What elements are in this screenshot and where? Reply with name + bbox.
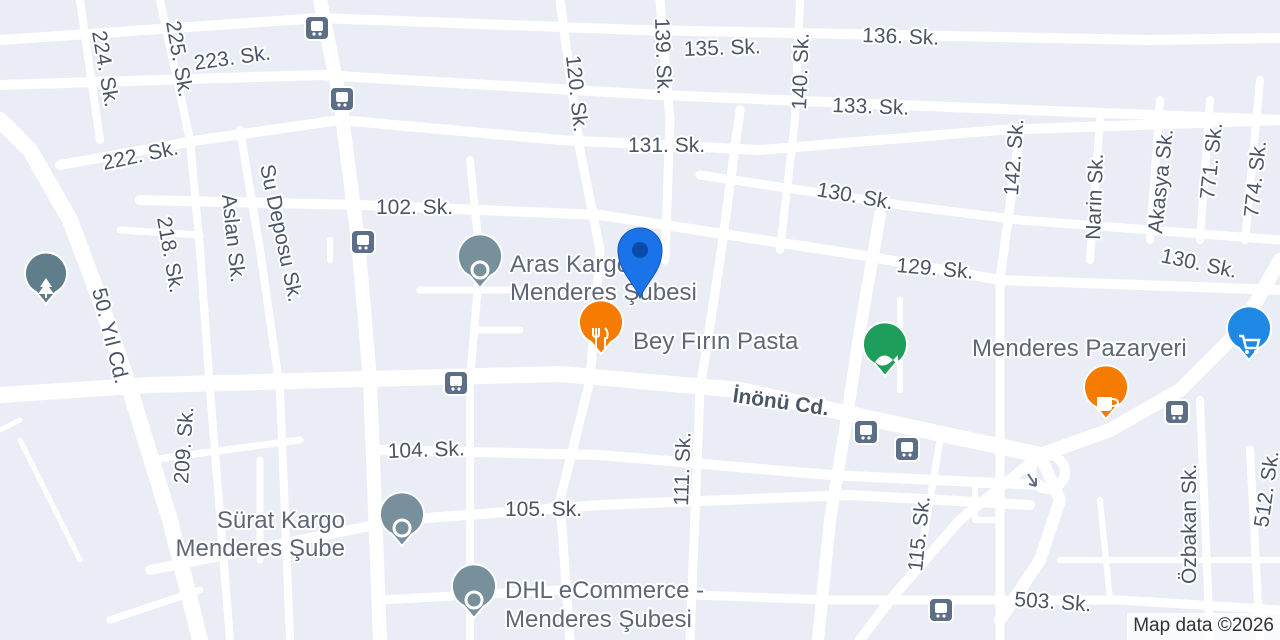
street-label-135: 135. Sk. [683,35,761,61]
bus-stop-icon[interactable] [894,436,920,462]
poi-label-dhl-line2: Menderes Şubesi [505,606,692,633]
map-attribution: Map data ©2026 [1127,613,1280,640]
street-label-105: 105. Sk. [505,498,582,521]
bus-stop-icon[interactable] [443,370,469,396]
poi-label-bey: Bey Fırın Pasta [633,328,799,355]
street-label-ozbakan: Özbakan Sk. [1178,464,1201,584]
street-label-104: 104. Sk. [387,437,465,463]
street-label-139: 139. Sk. [650,17,676,95]
street-label-102: 102. Sk. [376,196,453,219]
street-label-140: 140. Sk. [788,32,814,110]
poi-label-surat-line2: Menderes Şube [176,535,345,562]
poi-label-pazaryeri: Menderes Pazaryeri [972,335,1187,362]
street-label-131: 131. Sk. [628,134,705,157]
bus-stop-icon[interactable] [853,419,879,445]
bus-stop-icon[interactable] [304,15,330,41]
map-canvas[interactable]: 223. Sk. 224. Sk. 225. Sk. 222. Sk. 218.… [0,0,1280,640]
street-label-111: 111. Sk. [670,431,696,506]
map-svg: 223. Sk. 224. Sk. 225. Sk. 222. Sk. 218.… [0,0,1280,640]
bus-stop-icon[interactable] [350,229,376,255]
poi-label-surat-line1: Sürat Kargo [217,507,345,534]
poi-label-aras-line1: Aras Kargo [510,251,630,278]
bus-stop-icon[interactable] [1164,399,1190,425]
bus-stop-icon[interactable] [928,597,954,623]
street-label-narin: Narin Sk. [1082,153,1108,240]
cafe-icon [1097,397,1112,411]
bus-stop-icon[interactable] [329,86,355,112]
poi-label-dhl-line1: DHL eCommerce - [505,577,704,604]
street-label-136: 136. Sk. [862,24,940,50]
street-label-133: 133. Sk. [832,94,910,120]
